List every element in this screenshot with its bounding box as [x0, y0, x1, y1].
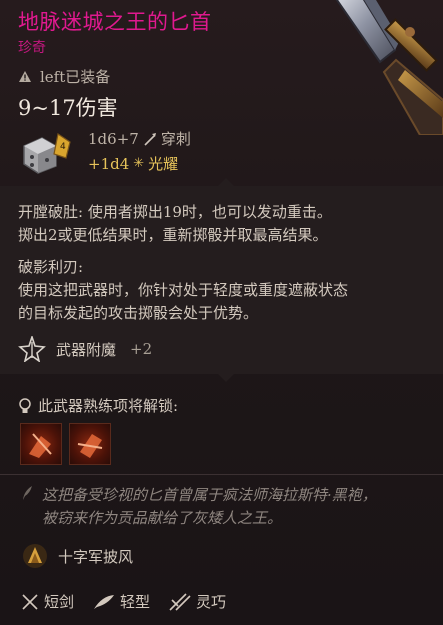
- ability-2-text: 使用这把武器时，你针对处于轻度或重度遮蔽状态: [18, 281, 349, 299]
- lore-line-2: 被窃来作为贡品献给了灰矮人之王。: [42, 509, 283, 527]
- lore-line-1: 这把备受珍视的匕首曾属于疯法师海拉斯特·黑袍，: [42, 486, 377, 504]
- slash-attack-icon: [29, 433, 52, 458]
- bonus-type: 光耀: [148, 155, 179, 173]
- item-tooltip: 地脉迷城之王的匕首 珍奇 left已装备 9~17伤害 4 1d6+7 穿刺 +…: [0, 0, 443, 625]
- bonus-damage: +1d4: [88, 154, 130, 173]
- quill-icon: [23, 486, 32, 500]
- ability-1-text-2: 掷出2或更低结果时，重新掷骰并取最高结果。: [18, 226, 328, 244]
- ability-2-name: 破影利刃:: [18, 258, 84, 276]
- svg-text:4: 4: [60, 142, 66, 152]
- mastery-header: 此武器熟练项将解锁:: [18, 395, 178, 416]
- enchant-value: +2: [130, 340, 153, 358]
- finesse-blades-icon: [169, 592, 191, 611]
- ability-2: 破影利刃: 使用这把武器时，你针对处于轻度或重度遮蔽状态 的目标发起的攻击掷骰会…: [18, 256, 348, 325]
- dagger-artwork: [335, 0, 443, 135]
- crossed-swords-icon: [22, 593, 38, 610]
- weapon-tags: 短剑 轻型 灵巧: [20, 591, 226, 612]
- radiant-icon: ✳: [133, 156, 145, 171]
- bonus-damage-row: +1d4 ✳ 光耀: [88, 153, 178, 174]
- mastery-slot-1[interactable]: [20, 423, 62, 465]
- proficiency-row: 十字军披风: [22, 543, 133, 569]
- mastery-list: [20, 423, 111, 465]
- abilities-section: 开膛破肚: 使用者掷出19时，也可以发动重击。 掷出2或更低结果时，重新掷骰并取…: [0, 178, 443, 374]
- ability-1-text: 使用者掷出19时，也可以发动重击。: [87, 203, 332, 221]
- item-rarity: 珍奇: [18, 40, 46, 56]
- tag-light: 轻型: [92, 591, 150, 612]
- ability-1: 开膛破肚: 使用者掷出19时，也可以发动重击。 掷出2或更低结果时，重新掷骰并取…: [18, 201, 332, 247]
- tag-light-label: 轻型: [120, 593, 151, 611]
- damage-dice: 1d6+7: [88, 129, 139, 148]
- warning-icon: [19, 71, 31, 82]
- section-notch-bottom: [218, 374, 234, 382]
- divider: [0, 474, 443, 475]
- item-name: 地脉迷城之王的匕首: [18, 10, 212, 34]
- equip-status-text: left已装备: [40, 68, 111, 86]
- enchant-icon: [18, 336, 46, 362]
- dice-icon: 4: [23, 133, 71, 174]
- tag-finesse-label: 灵巧: [196, 593, 227, 611]
- damage-dice-row: 1d6+7 穿刺: [88, 128, 191, 149]
- feather-icon: [94, 594, 115, 609]
- enchant-label: 武器附魔: [56, 340, 117, 359]
- tag-short-sword-label: 短剑: [44, 593, 75, 611]
- ability-1-name: 开膛破肚:: [18, 203, 84, 221]
- tag-finesse: 灵巧: [168, 591, 226, 612]
- piercing-icon: [144, 132, 156, 146]
- mastery-header-text: 此武器熟练项将解锁:: [38, 397, 179, 415]
- lore-text: 这把备受珍视的匕首曾属于疯法师海拉斯特·黑袍， 被窃来作为贡品献给了灰矮人之王。: [42, 484, 377, 530]
- ability-2-text-2: 的目标发起的攻击掷骰会处于优势。: [18, 304, 259, 322]
- proficiency-label: 十字军披风: [58, 547, 134, 566]
- equip-status-row: left已装备: [18, 66, 110, 87]
- lightbulb-icon: [19, 397, 31, 413]
- enchant-row: 武器附魔 +2: [18, 336, 152, 362]
- piercing-strike-icon: [77, 434, 103, 458]
- damage-range: 9~17伤害: [18, 96, 118, 120]
- section-notch: [218, 178, 234, 186]
- cloak-icon: [23, 544, 47, 568]
- mastery-slot-2[interactable]: [69, 423, 111, 465]
- tag-short-sword: 短剑: [20, 591, 74, 612]
- damage-type: 穿刺: [160, 130, 191, 148]
